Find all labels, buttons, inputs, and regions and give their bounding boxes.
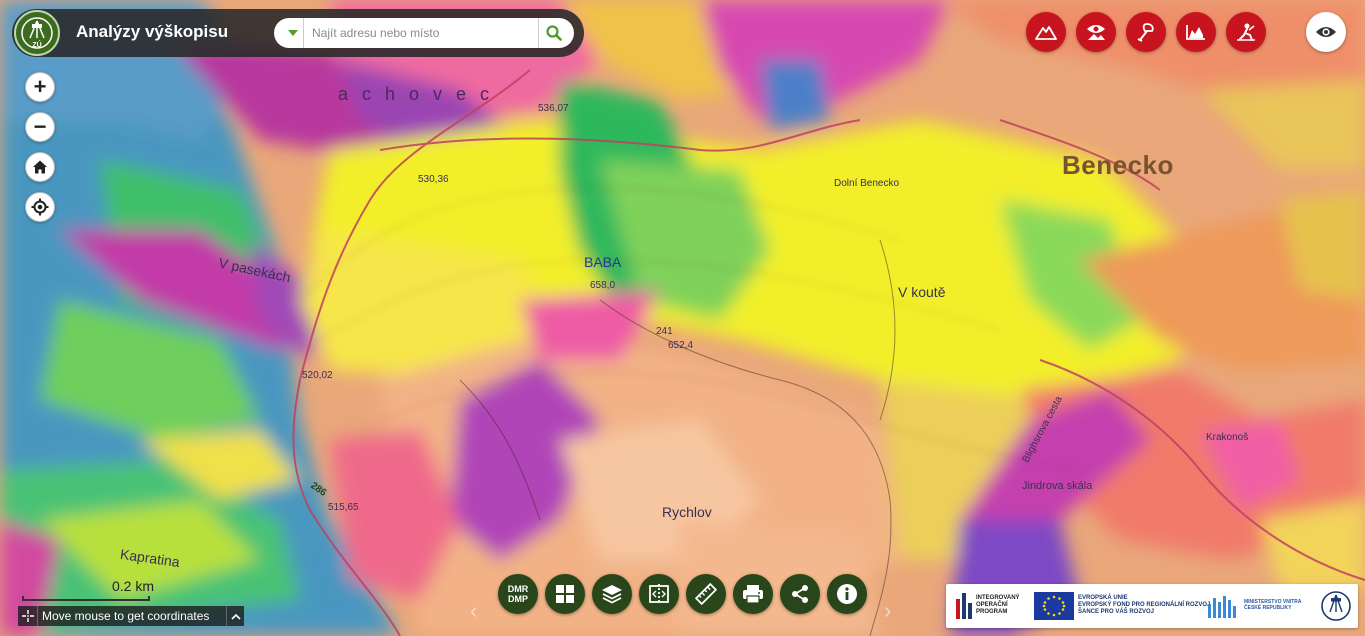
basemap-gallery-button[interactable] — [545, 574, 585, 614]
iop-label: INTEGROVANÝ OPERAČNÍ PROGRAM — [976, 595, 1020, 616]
measure-button[interactable] — [686, 574, 726, 614]
place-label-dolni-benecko: Dolní Benecko — [834, 178, 900, 189]
app-title: Analýzy výškopisu — [76, 22, 229, 41]
coordinates-text: Move mouse to get coordinates — [42, 609, 210, 623]
elevation-point: 241 — [656, 326, 673, 337]
excavation-icon — [1237, 23, 1255, 41]
elevation-point: 530,36 — [418, 174, 449, 185]
crosshair-icon — [31, 198, 49, 216]
iop-logo-icon — [956, 593, 972, 619]
swipe-compare-button[interactable] — [639, 574, 679, 614]
elevation-point: 652,4 — [668, 340, 694, 351]
zu-logo-icon — [1321, 591, 1351, 621]
chevron-up-icon — [230, 613, 241, 620]
shovel-icon — [1137, 23, 1154, 42]
scale-label: 0.2 km — [112, 578, 155, 594]
iop-line: INTEGROVANÝ — [976, 595, 1020, 601]
eu-line: EVROPSKÁ UNIE — [1078, 595, 1128, 601]
visibility-tool-button[interactable] — [1076, 12, 1116, 52]
ministry-label: MINISTERSTVO VNITRA ČESKÉ REPUBLIKY — [1244, 599, 1302, 611]
share-button[interactable] — [780, 574, 820, 614]
coordinates-collapse-button[interactable] — [226, 606, 244, 626]
place-label-baba: BABA — [584, 254, 622, 270]
mountain-icon — [1035, 26, 1057, 40]
dmr-dmp-toggle-button[interactable]: DMR DMP — [498, 574, 538, 614]
minus-icon: − — [33, 114, 47, 139]
app-header: ZÚ Analýzy výškopisu — [12, 9, 584, 57]
search-button[interactable] — [538, 18, 568, 48]
eye-landscape-icon — [1087, 25, 1105, 40]
search-input[interactable] — [312, 23, 532, 43]
locate-me-button[interactable] — [25, 192, 55, 222]
elevation-point: 520,02 — [302, 370, 333, 381]
volume-tool-button[interactable] — [1126, 12, 1166, 52]
layers-button[interactable] — [592, 574, 632, 614]
ministry-logo-icon — [1208, 596, 1236, 618]
plus-icon: + — [33, 74, 47, 99]
place-label-benecko: Benecko — [1062, 150, 1174, 180]
ruler-icon — [695, 583, 717, 605]
slope-analysis-raster — [0, 0, 1365, 636]
place-label-v-koute: V koutě — [898, 284, 946, 300]
eye-icon — [1316, 27, 1336, 37]
coordinates-panel: Move mouse to get coordinates — [18, 606, 244, 626]
print-icon — [743, 585, 763, 604]
info-icon — [837, 584, 857, 604]
terrain-tool-button[interactable] — [1026, 12, 1066, 52]
eu-flag-icon — [1034, 592, 1074, 620]
toolbar-next-arrow[interactable]: › — [884, 598, 891, 624]
crosshair-small-icon — [21, 610, 34, 622]
info-button[interactable] — [827, 574, 867, 614]
search-source-dropdown[interactable] — [282, 18, 304, 48]
app-logo[interactable]: ZÚ — [14, 10, 60, 56]
toolbar-prev-arrow[interactable]: ‹ — [470, 598, 477, 624]
scale-bar — [22, 596, 150, 601]
coordinates-mode-button[interactable] — [18, 606, 38, 626]
place-label-rychlov: Rychlov — [662, 504, 712, 520]
dmr-dmp-label: DMR DMP — [508, 584, 529, 604]
funding-logos-panel: INTEGROVANÝ OPERAČNÍ PROGRAM EVROPSKÁ UN… — [946, 584, 1358, 628]
toggle-visibility-button[interactable] — [1306, 12, 1346, 52]
place-label-krakonos: Krakonoš — [1206, 432, 1249, 443]
excavation-tool-button[interactable] — [1226, 12, 1266, 52]
layers-icon — [602, 585, 622, 604]
ministry-line: ČESKÉ REPUBLIKY — [1244, 605, 1292, 611]
map-canvas[interactable]: Benecko achovec V pasekách BABA V koutě … — [0, 0, 1365, 636]
iop-line: OPERAČNÍ — [976, 602, 1008, 608]
share-icon — [792, 585, 808, 603]
print-button[interactable] — [733, 574, 773, 614]
eu-label: EVROPSKÁ UNIE EVROPSKÝ FOND PRO REGIONÁL… — [1078, 595, 1210, 616]
home-extent-button[interactable] — [25, 152, 55, 182]
terrain-profile-icon — [1186, 25, 1205, 40]
elevation-point: 536,07 — [538, 103, 569, 114]
elevation-point: 515,65 — [328, 502, 359, 513]
place-label-achovec: achovec — [338, 84, 504, 104]
zoom-in-button[interactable]: + — [25, 72, 55, 102]
caret-down-icon — [287, 30, 298, 36]
home-icon — [33, 160, 47, 174]
search-icon — [545, 25, 562, 41]
dmp-label: DMP — [508, 594, 528, 604]
compare-icon — [649, 584, 669, 604]
place-label-jindrova-skala: Jindrova skála — [1022, 480, 1093, 492]
search-box — [274, 18, 574, 48]
eu-line: ŠANCE PRO VÁŠ ROZVOJ — [1078, 609, 1155, 615]
elevation-point: 658,0 — [590, 280, 616, 291]
logo-text: ZÚ — [32, 42, 42, 49]
grid-icon — [556, 585, 574, 603]
iop-line: PROGRAM — [976, 609, 1008, 615]
dmr-label: DMR — [507, 584, 529, 594]
zoom-out-button[interactable]: − — [25, 112, 55, 142]
eu-line: EVROPSKÝ FOND PRO REGIONÁLNÍ ROZVOJ — [1078, 602, 1211, 608]
profile-tool-button[interactable] — [1176, 12, 1216, 52]
